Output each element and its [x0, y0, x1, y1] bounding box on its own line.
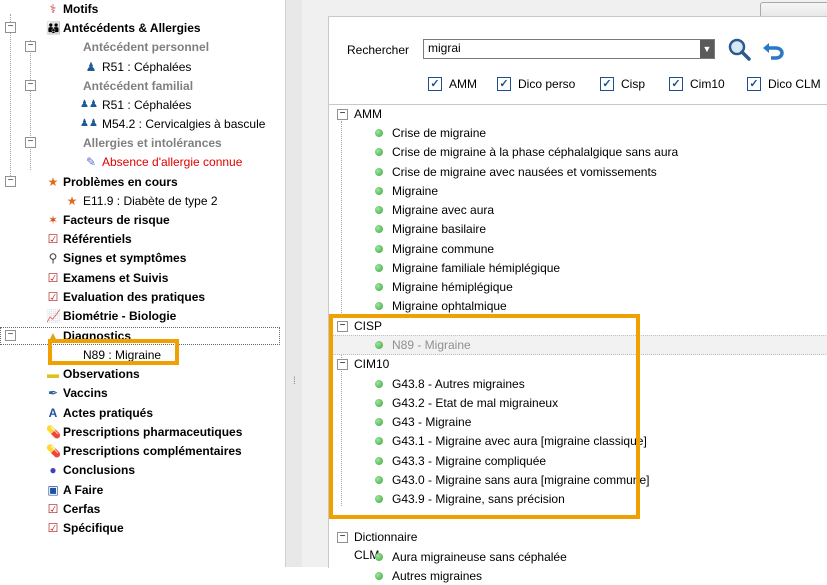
note-icon: ▬ [47, 367, 59, 381]
status-dot-icon [375, 168, 383, 176]
conclusion-icon: ● [49, 463, 57, 477]
collapse-toggle[interactable]: − [25, 80, 36, 91]
collapse-toggle[interactable]: − [5, 330, 16, 341]
collapse-toggle[interactable]: − [337, 109, 348, 120]
acts-icon: A [48, 406, 58, 420]
status-dot-icon [375, 206, 383, 214]
tree-guide [30, 40, 31, 170]
status-dot-icon [375, 187, 383, 195]
collapse-toggle[interactable]: − [25, 41, 36, 52]
calendar-icon: ▣ [47, 483, 59, 497]
splitter-grip-icon: ⁞ [293, 376, 296, 387]
star-icon: ★ [47, 175, 59, 189]
risk-icon: ✶ [47, 213, 59, 227]
status-dot-icon [375, 302, 383, 310]
checklist-icon: ☑ [47, 290, 59, 304]
family-members-icon: ♟♟ [80, 118, 98, 129]
status-dot-icon [375, 148, 383, 156]
search-label: Rechercher [347, 43, 410, 57]
syringe-icon: ✒ [47, 386, 59, 400]
star-icon: ★ [66, 194, 78, 208]
collapse-toggle[interactable]: − [337, 532, 348, 543]
status-dot-icon [375, 225, 383, 233]
highlight-box [48, 339, 179, 365]
checklist-icon: ☑ [47, 521, 59, 535]
pill-icon: 💊 [46, 425, 61, 439]
collapse-toggle[interactable]: − [5, 176, 16, 187]
highlight-box [329, 314, 640, 519]
pill-icon: 💊 [46, 444, 61, 458]
checkbox-checked-icon[interactable]: ✓ [497, 77, 511, 91]
dropdown-arrow-icon[interactable]: ▼ [700, 40, 714, 58]
checkbox-checked-icon[interactable]: ✓ [600, 77, 614, 91]
undo-arrow-icon[interactable] [761, 37, 787, 61]
stethoscope-icon: ⚲ [48, 251, 58, 265]
collapse-toggle[interactable]: − [25, 137, 36, 148]
tree-guide [341, 121, 342, 313]
family-icon: 👪 [46, 21, 61, 35]
person-icon: ♟ [85, 60, 97, 74]
family-members-icon: ♟♟ [80, 99, 98, 110]
status-dot-icon [375, 245, 383, 253]
motifs-icon: ⚕ [49, 2, 57, 16]
checklist-icon: ☑ [47, 502, 59, 516]
status-dot-icon [375, 129, 383, 137]
search-input[interactable] [424, 40, 698, 56]
status-dot-icon [375, 264, 383, 272]
patient-tree-panel: ⚕ Motifs − 👪 Antécédents & Allergies − A… [0, 0, 285, 567]
status-dot-icon [375, 553, 383, 561]
status-dot-icon [375, 283, 383, 291]
chart-icon: 📈 [46, 309, 61, 323]
collapse-toggle[interactable]: − [5, 22, 16, 33]
checkbox-checked-icon[interactable]: ✓ [747, 77, 761, 91]
checklist-icon: ☑ [47, 271, 59, 285]
checkbox-checked-icon[interactable]: ✓ [428, 77, 442, 91]
checklist-icon: ☑ [47, 232, 59, 246]
checkbox-checked-icon[interactable]: ✓ [669, 77, 683, 91]
search-icon[interactable] [727, 37, 751, 61]
status-dot-icon [375, 572, 383, 580]
search-combobox[interactable]: ▼ [423, 39, 715, 59]
tree-guide [10, 14, 11, 184]
feather-icon: ✎ [85, 155, 97, 169]
